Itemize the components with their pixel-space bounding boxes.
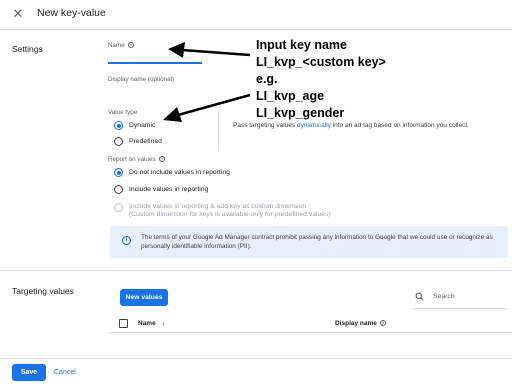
- column-name[interactable]: Name ↓: [138, 320, 165, 327]
- cancel-button[interactable]: Cancel: [54, 364, 76, 381]
- column-name-label: Name: [138, 320, 156, 327]
- search-icon[interactable]: [415, 292, 424, 301]
- column-display-name-label: Display name: [335, 320, 377, 327]
- search-underline: [412, 308, 508, 309]
- arrow-down-icon: ↓: [161, 320, 165, 327]
- search-input[interactable]: Search: [433, 293, 455, 300]
- save-button[interactable]: Save: [12, 364, 46, 381]
- arrow-to-value-type: [163, 93, 251, 122]
- section-divider: [0, 270, 512, 271]
- help-icon[interactable]: ?: [379, 320, 386, 327]
- footer-divider: [0, 358, 512, 359]
- table-header: Name ↓ Display name?: [108, 315, 512, 333]
- column-display-name: Display name?: [335, 320, 386, 327]
- select-all-checkbox[interactable]: [119, 319, 128, 328]
- targeting-section-label: Targeting values: [12, 286, 74, 296]
- new-values-button[interactable]: New values: [120, 289, 168, 306]
- arrow-to-name: [168, 42, 251, 58]
